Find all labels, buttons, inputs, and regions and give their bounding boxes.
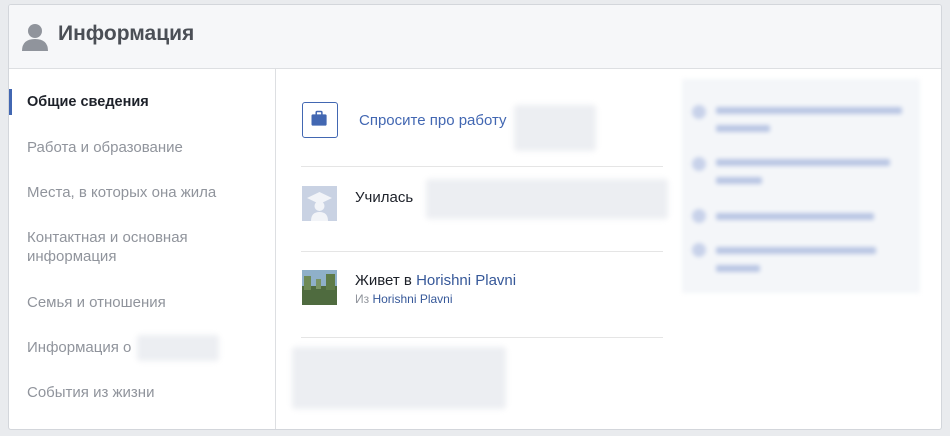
blurred-right-panel [682, 79, 920, 293]
card-header: Информация [9, 5, 941, 69]
from-text: Из Horishni Plavni [355, 292, 453, 306]
blurred-name [137, 335, 219, 361]
sidebar-item-details-label: Информация о [27, 339, 132, 356]
user-silhouette-icon [22, 24, 48, 51]
sidebar-item-places-lived[interactable]: Места, в которых она жила [27, 183, 257, 202]
about-sidebar: Общие сведения Работа и образование Мест… [9, 69, 276, 429]
lives-in-city-link[interactable]: Horishni Plavni [416, 272, 516, 289]
graduation-cap-icon [302, 186, 337, 221]
about-card: Информация Общие сведения Работа и образ… [8, 4, 942, 430]
from-city-link[interactable]: Horishni Plavni [372, 292, 452, 306]
ask-about-work-link[interactable]: Спросите про работу [359, 112, 507, 129]
location-photo-icon[interactable] [302, 270, 337, 305]
from-prefix: Из [355, 292, 373, 306]
active-indicator [9, 89, 12, 115]
sidebar-item-life-events[interactable]: События из жизни [27, 383, 257, 402]
briefcase-icon[interactable] [302, 102, 338, 138]
divider [301, 337, 663, 338]
blurred-row [292, 347, 506, 409]
lives-in-text: Живет в Horishni Plavni [355, 272, 516, 289]
sidebar-item-contact-info[interactable]: Контактная и основная информация [27, 228, 257, 266]
page-title: Информация [58, 22, 195, 45]
sidebar-item-family[interactable]: Семья и отношения [27, 293, 257, 312]
blurred-school [426, 179, 668, 219]
blurred-name [514, 105, 596, 151]
education-text: Училась [355, 189, 414, 206]
divider [301, 166, 663, 167]
sidebar-item-overview[interactable]: Общие сведения [27, 93, 257, 112]
lives-in-prefix: Живет в [355, 272, 417, 289]
sidebar-item-work-education[interactable]: Работа и образование [27, 138, 257, 157]
divider [301, 251, 663, 252]
